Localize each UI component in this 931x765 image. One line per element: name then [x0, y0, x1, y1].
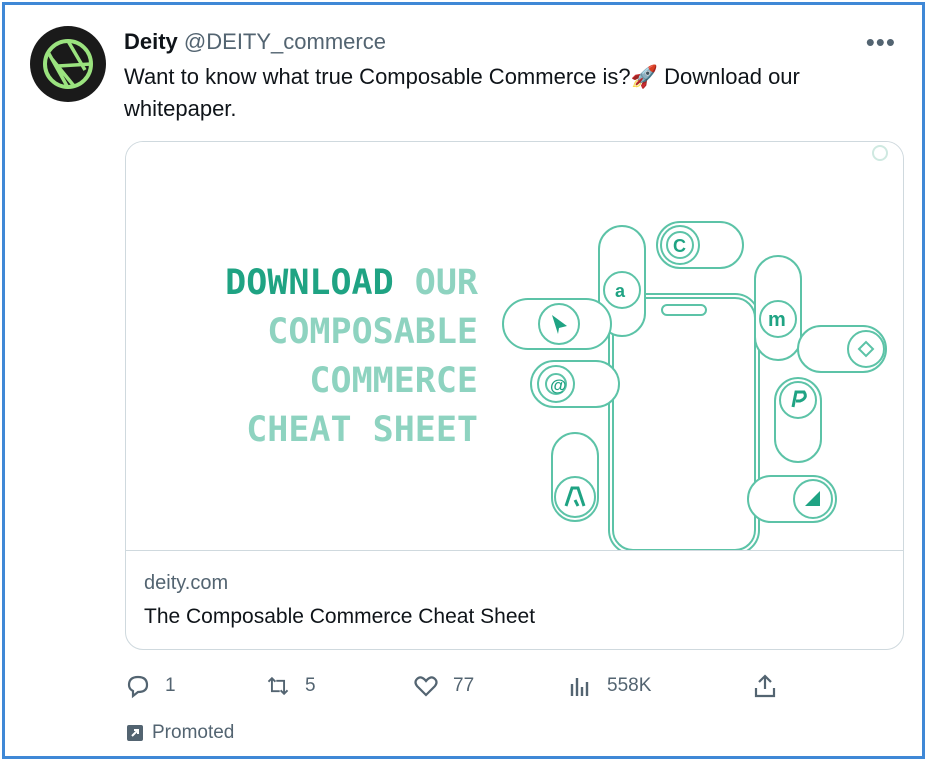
card-image[interactable]: DOWNLOAD OUR COMPOSABLE COMMERCE CHEAT S…: [126, 142, 903, 551]
svg-text:a: a: [615, 281, 626, 301]
reply-icon: [127, 675, 149, 699]
tweet-frame: Deity @DEITY_commerce ••• Want to know w…: [2, 2, 925, 759]
reply-count: 1: [165, 675, 176, 696]
views-count: 558K: [607, 675, 652, 696]
svg-text:C: C: [673, 236, 686, 256]
card-title[interactable]: The Composable Commerce Cheat Sheet: [144, 605, 535, 629]
promoted-text: Promoted: [152, 722, 235, 743]
share-button[interactable]: [752, 673, 778, 699]
retweet-button[interactable]: 5: [265, 673, 316, 699]
author-handle[interactable]: @DEITY_commerce: [184, 29, 386, 54]
tweet-author[interactable]: Deity @DEITY_commerce: [124, 29, 386, 55]
author-name[interactable]: Deity: [124, 29, 178, 54]
link-card[interactable]: DOWNLOAD OUR COMPOSABLE COMMERCE CHEAT S…: [125, 141, 904, 650]
reply-button[interactable]: 1: [125, 673, 176, 699]
share-icon: [754, 674, 776, 698]
svg-text:m: m: [768, 309, 786, 331]
author-avatar[interactable]: [30, 26, 106, 102]
tweet-actions: 1 5 77 558K: [125, 673, 785, 705]
tweet-text: Want to know what true Composable Commer…: [124, 64, 800, 121]
heart-icon: [414, 676, 438, 697]
views-button[interactable]: 558K: [567, 673, 651, 699]
promoted-icon: [127, 725, 143, 741]
deity-logo-icon: [43, 39, 93, 89]
more-options-icon[interactable]: •••: [866, 27, 896, 58]
like-count: 77: [453, 675, 475, 696]
card-domain[interactable]: deity.com: [144, 572, 228, 595]
views-chart-icon: [570, 678, 589, 696]
retweet-icon: [267, 676, 289, 696]
like-button[interactable]: 77: [413, 673, 474, 699]
retweet-count: 5: [305, 675, 316, 696]
promoted-label: Promoted: [126, 722, 234, 744]
phone-illustration: C a m @: [502, 145, 888, 550]
svg-text:@: @: [550, 376, 567, 395]
